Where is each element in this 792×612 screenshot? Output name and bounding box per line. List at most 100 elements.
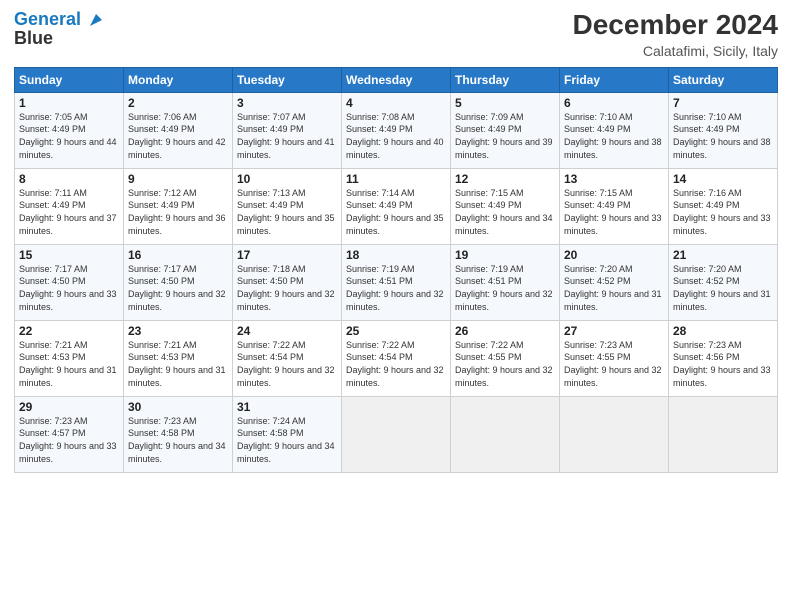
day-details: Sunrise: 7:23 AMSunset: 4:57 PMDaylight:… bbox=[19, 415, 119, 465]
day-number: 19 bbox=[455, 248, 555, 262]
table-row bbox=[560, 396, 669, 472]
day-number: 21 bbox=[673, 248, 773, 262]
day-number: 26 bbox=[455, 324, 555, 338]
day-number: 11 bbox=[346, 172, 446, 186]
day-number: 23 bbox=[128, 324, 228, 338]
day-number: 17 bbox=[237, 248, 337, 262]
day-details: Sunrise: 7:22 AMSunset: 4:54 PMDaylight:… bbox=[237, 339, 337, 389]
day-number: 5 bbox=[455, 96, 555, 110]
table-row: 19Sunrise: 7:19 AMSunset: 4:51 PMDayligh… bbox=[451, 244, 560, 320]
day-number: 22 bbox=[19, 324, 119, 338]
day-details: Sunrise: 7:19 AMSunset: 4:51 PMDaylight:… bbox=[346, 263, 446, 313]
table-row: 29Sunrise: 7:23 AMSunset: 4:57 PMDayligh… bbox=[15, 396, 124, 472]
table-row: 31Sunrise: 7:24 AMSunset: 4:58 PMDayligh… bbox=[233, 396, 342, 472]
day-details: Sunrise: 7:22 AMSunset: 4:55 PMDaylight:… bbox=[455, 339, 555, 389]
day-number: 1 bbox=[19, 96, 119, 110]
day-details: Sunrise: 7:24 AMSunset: 4:58 PMDaylight:… bbox=[237, 415, 337, 465]
day-details: Sunrise: 7:23 AMSunset: 4:56 PMDaylight:… bbox=[673, 339, 773, 389]
col-saturday: Saturday bbox=[669, 67, 778, 92]
day-details: Sunrise: 7:09 AMSunset: 4:49 PMDaylight:… bbox=[455, 111, 555, 161]
day-details: Sunrise: 7:23 AMSunset: 4:55 PMDaylight:… bbox=[564, 339, 664, 389]
day-number: 25 bbox=[346, 324, 446, 338]
table-row: 3Sunrise: 7:07 AMSunset: 4:49 PMDaylight… bbox=[233, 92, 342, 168]
day-details: Sunrise: 7:13 AMSunset: 4:49 PMDaylight:… bbox=[237, 187, 337, 237]
day-number: 31 bbox=[237, 400, 337, 414]
day-details: Sunrise: 7:10 AMSunset: 4:49 PMDaylight:… bbox=[564, 111, 664, 161]
day-number: 20 bbox=[564, 248, 664, 262]
col-wednesday: Wednesday bbox=[342, 67, 451, 92]
table-row: 22Sunrise: 7:21 AMSunset: 4:53 PMDayligh… bbox=[15, 320, 124, 396]
day-details: Sunrise: 7:18 AMSunset: 4:50 PMDaylight:… bbox=[237, 263, 337, 313]
day-details: Sunrise: 7:23 AMSunset: 4:58 PMDaylight:… bbox=[128, 415, 228, 465]
day-number: 14 bbox=[673, 172, 773, 186]
day-number: 15 bbox=[19, 248, 119, 262]
day-number: 4 bbox=[346, 96, 446, 110]
day-number: 7 bbox=[673, 96, 773, 110]
day-details: Sunrise: 7:17 AMSunset: 4:50 PMDaylight:… bbox=[128, 263, 228, 313]
day-details: Sunrise: 7:11 AMSunset: 4:49 PMDaylight:… bbox=[19, 187, 119, 237]
day-number: 8 bbox=[19, 172, 119, 186]
table-row: 14Sunrise: 7:16 AMSunset: 4:49 PMDayligh… bbox=[669, 168, 778, 244]
calendar-table: Sunday Monday Tuesday Wednesday Thursday… bbox=[14, 67, 778, 473]
col-thursday: Thursday bbox=[451, 67, 560, 92]
day-details: Sunrise: 7:21 AMSunset: 4:53 PMDaylight:… bbox=[19, 339, 119, 389]
location: Calatafimi, Sicily, Italy bbox=[573, 43, 778, 59]
table-row: 21Sunrise: 7:20 AMSunset: 4:52 PMDayligh… bbox=[669, 244, 778, 320]
table-row bbox=[669, 396, 778, 472]
table-row: 18Sunrise: 7:19 AMSunset: 4:51 PMDayligh… bbox=[342, 244, 451, 320]
col-tuesday: Tuesday bbox=[233, 67, 342, 92]
day-details: Sunrise: 7:20 AMSunset: 4:52 PMDaylight:… bbox=[673, 263, 773, 313]
table-row: 20Sunrise: 7:20 AMSunset: 4:52 PMDayligh… bbox=[560, 244, 669, 320]
day-details: Sunrise: 7:15 AMSunset: 4:49 PMDaylight:… bbox=[455, 187, 555, 237]
day-details: Sunrise: 7:10 AMSunset: 4:49 PMDaylight:… bbox=[673, 111, 773, 161]
table-row: 6Sunrise: 7:10 AMSunset: 4:49 PMDaylight… bbox=[560, 92, 669, 168]
day-number: 30 bbox=[128, 400, 228, 414]
table-row: 16Sunrise: 7:17 AMSunset: 4:50 PMDayligh… bbox=[124, 244, 233, 320]
day-number: 9 bbox=[128, 172, 228, 186]
month-title: December 2024 bbox=[573, 10, 778, 41]
day-details: Sunrise: 7:22 AMSunset: 4:54 PMDaylight:… bbox=[346, 339, 446, 389]
day-details: Sunrise: 7:21 AMSunset: 4:53 PMDaylight:… bbox=[128, 339, 228, 389]
table-row: 10Sunrise: 7:13 AMSunset: 4:49 PMDayligh… bbox=[233, 168, 342, 244]
header: General Blue December 2024 Calatafimi, S… bbox=[14, 10, 778, 59]
day-details: Sunrise: 7:07 AMSunset: 4:49 PMDaylight:… bbox=[237, 111, 337, 161]
table-row bbox=[451, 396, 560, 472]
logo-text: General bbox=[14, 10, 105, 30]
day-number: 24 bbox=[237, 324, 337, 338]
table-row: 27Sunrise: 7:23 AMSunset: 4:55 PMDayligh… bbox=[560, 320, 669, 396]
table-row: 15Sunrise: 7:17 AMSunset: 4:50 PMDayligh… bbox=[15, 244, 124, 320]
table-row: 17Sunrise: 7:18 AMSunset: 4:50 PMDayligh… bbox=[233, 244, 342, 320]
day-details: Sunrise: 7:17 AMSunset: 4:50 PMDaylight:… bbox=[19, 263, 119, 313]
table-row: 1Sunrise: 7:05 AMSunset: 4:49 PMDaylight… bbox=[15, 92, 124, 168]
table-row: 23Sunrise: 7:21 AMSunset: 4:53 PMDayligh… bbox=[124, 320, 233, 396]
day-number: 2 bbox=[128, 96, 228, 110]
col-sunday: Sunday bbox=[15, 67, 124, 92]
day-details: Sunrise: 7:14 AMSunset: 4:49 PMDaylight:… bbox=[346, 187, 446, 237]
logo: General Blue bbox=[14, 10, 105, 49]
day-number: 6 bbox=[564, 96, 664, 110]
day-number: 16 bbox=[128, 248, 228, 262]
table-row: 7Sunrise: 7:10 AMSunset: 4:49 PMDaylight… bbox=[669, 92, 778, 168]
day-number: 10 bbox=[237, 172, 337, 186]
day-details: Sunrise: 7:19 AMSunset: 4:51 PMDaylight:… bbox=[455, 263, 555, 313]
table-row: 26Sunrise: 7:22 AMSunset: 4:55 PMDayligh… bbox=[451, 320, 560, 396]
logo-icon bbox=[87, 11, 105, 29]
day-details: Sunrise: 7:15 AMSunset: 4:49 PMDaylight:… bbox=[564, 187, 664, 237]
day-details: Sunrise: 7:20 AMSunset: 4:52 PMDaylight:… bbox=[564, 263, 664, 313]
table-row: 8Sunrise: 7:11 AMSunset: 4:49 PMDaylight… bbox=[15, 168, 124, 244]
table-row bbox=[342, 396, 451, 472]
day-number: 3 bbox=[237, 96, 337, 110]
table-row: 11Sunrise: 7:14 AMSunset: 4:49 PMDayligh… bbox=[342, 168, 451, 244]
table-row: 4Sunrise: 7:08 AMSunset: 4:49 PMDaylight… bbox=[342, 92, 451, 168]
day-number: 13 bbox=[564, 172, 664, 186]
day-number: 12 bbox=[455, 172, 555, 186]
table-row: 13Sunrise: 7:15 AMSunset: 4:49 PMDayligh… bbox=[560, 168, 669, 244]
logo-blue: Blue bbox=[14, 28, 105, 49]
day-number: 29 bbox=[19, 400, 119, 414]
table-row: 2Sunrise: 7:06 AMSunset: 4:49 PMDaylight… bbox=[124, 92, 233, 168]
logo-general: General bbox=[14, 9, 81, 29]
day-details: Sunrise: 7:05 AMSunset: 4:49 PMDaylight:… bbox=[19, 111, 119, 161]
day-details: Sunrise: 7:16 AMSunset: 4:49 PMDaylight:… bbox=[673, 187, 773, 237]
day-number: 27 bbox=[564, 324, 664, 338]
table-row: 25Sunrise: 7:22 AMSunset: 4:54 PMDayligh… bbox=[342, 320, 451, 396]
